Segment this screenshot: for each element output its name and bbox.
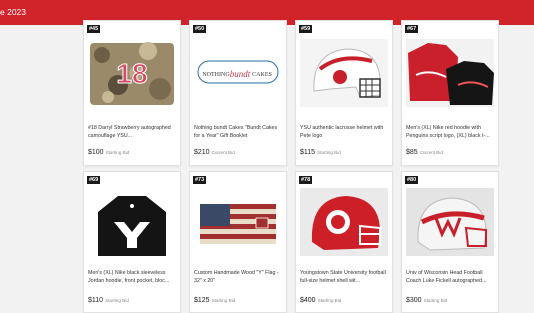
auction-item-card[interactable]: #80 Univ of Wisconsin Head Football Coac… <box>401 171 499 313</box>
price-label: Starting Bid <box>105 150 130 155</box>
item-title[interactable]: YSU authentic lacrosse helmet with Pete … <box>300 124 388 140</box>
item-title[interactable]: Custom Handmade Wood "Y" Flag - 32" x 20… <box>194 269 282 285</box>
item-price: $300 Starting Bid <box>406 297 448 304</box>
lot-number-badge: #73 <box>193 176 207 184</box>
item-image-camo-jersey[interactable]: 18 <box>88 39 176 107</box>
svg-text:18: 18 <box>116 58 147 89</box>
lot-number-badge: #67 <box>405 25 419 33</box>
banner-title: e 2023 <box>0 7 26 17</box>
item-title[interactable]: Nothing bundt Cakes "Bundt Cakes for a Y… <box>194 124 282 140</box>
price-label: Current Bid <box>211 150 235 155</box>
lot-number-badge: #80 <box>405 176 419 184</box>
bundt-logo-word-2: bundt <box>230 69 251 79</box>
bundt-logo-word-1: NOTHING <box>202 72 230 78</box>
item-image-football-helmet-red[interactable] <box>300 188 388 256</box>
auction-item-card[interactable]: #50 NOTHING bundt CAKES Nothing bundt Ca… <box>189 20 287 166</box>
price-label: Starting Bid <box>317 298 342 303</box>
item-image-wood-flag[interactable] <box>194 188 282 256</box>
item-image-penguins-apparel[interactable] <box>406 39 494 107</box>
price-label: Starting Bid <box>211 298 236 303</box>
auction-item-card[interactable]: #73 Custom Handmade Wood "Y" Flag - 32" … <box>189 171 287 313</box>
item-price: $110 Starting Bid <box>88 297 129 304</box>
price-label: Starting Bid <box>105 298 129 303</box>
auction-item-card[interactable]: #59 YSU authentic lacrosse helmet with P… <box>295 20 393 166</box>
lot-number-badge: #59 <box>299 25 313 33</box>
auction-item-card[interactable]: #78 Youngstown State University football… <box>295 171 393 313</box>
item-image-black-hoodie[interactable] <box>88 188 176 256</box>
lot-number-badge: #69 <box>87 176 101 184</box>
auction-item-card[interactable]: #45 18 #18 Darryl Strawberry autographed… <box>83 20 181 166</box>
item-price: $210 Current Bid <box>194 149 235 156</box>
item-title[interactable]: Men's (XL) Nike red hoodie with Penguins… <box>406 124 494 140</box>
price-label: Starting Bid <box>423 298 448 303</box>
auction-item-card[interactable]: #69 Men's (XL) Nike black sleeveless Jor… <box>83 171 181 313</box>
item-price: $100 Starting Bid <box>88 149 130 156</box>
lot-number-badge: #78 <box>299 176 313 184</box>
item-price: $125 Starting Bid <box>194 297 236 304</box>
item-title[interactable]: Youngstown State University football ful… <box>300 269 388 285</box>
item-price: $115 Starting Bid <box>300 149 341 156</box>
item-title[interactable]: #18 Darryl Strawberry autographed camouf… <box>88 124 176 140</box>
lot-number-badge: #45 <box>87 25 101 33</box>
item-image-wisconsin-helmet[interactable] <box>406 188 494 256</box>
item-price: $400 Starting Bid <box>300 297 342 304</box>
lot-number-badge: #50 <box>193 25 207 33</box>
item-image-lacrosse-helmet[interactable] <box>300 39 388 107</box>
item-title[interactable]: Univ of Wisconsin Head Football Coach Lu… <box>406 269 494 285</box>
item-price: $85 Current Bid <box>406 149 443 156</box>
price-label: Starting Bid <box>317 150 341 155</box>
bundt-logo-word-3: CAKES <box>252 72 272 78</box>
item-title[interactable]: Men's (XL) Nike black sleeveless Jordan … <box>88 269 176 285</box>
price-label: Current Bid <box>419 150 443 155</box>
auction-item-card[interactable]: #67 Men's (XL) Nike red hoodie with Peng… <box>401 20 499 166</box>
item-image-bundt-logo[interactable]: NOTHING bundt CAKES <box>194 39 282 107</box>
